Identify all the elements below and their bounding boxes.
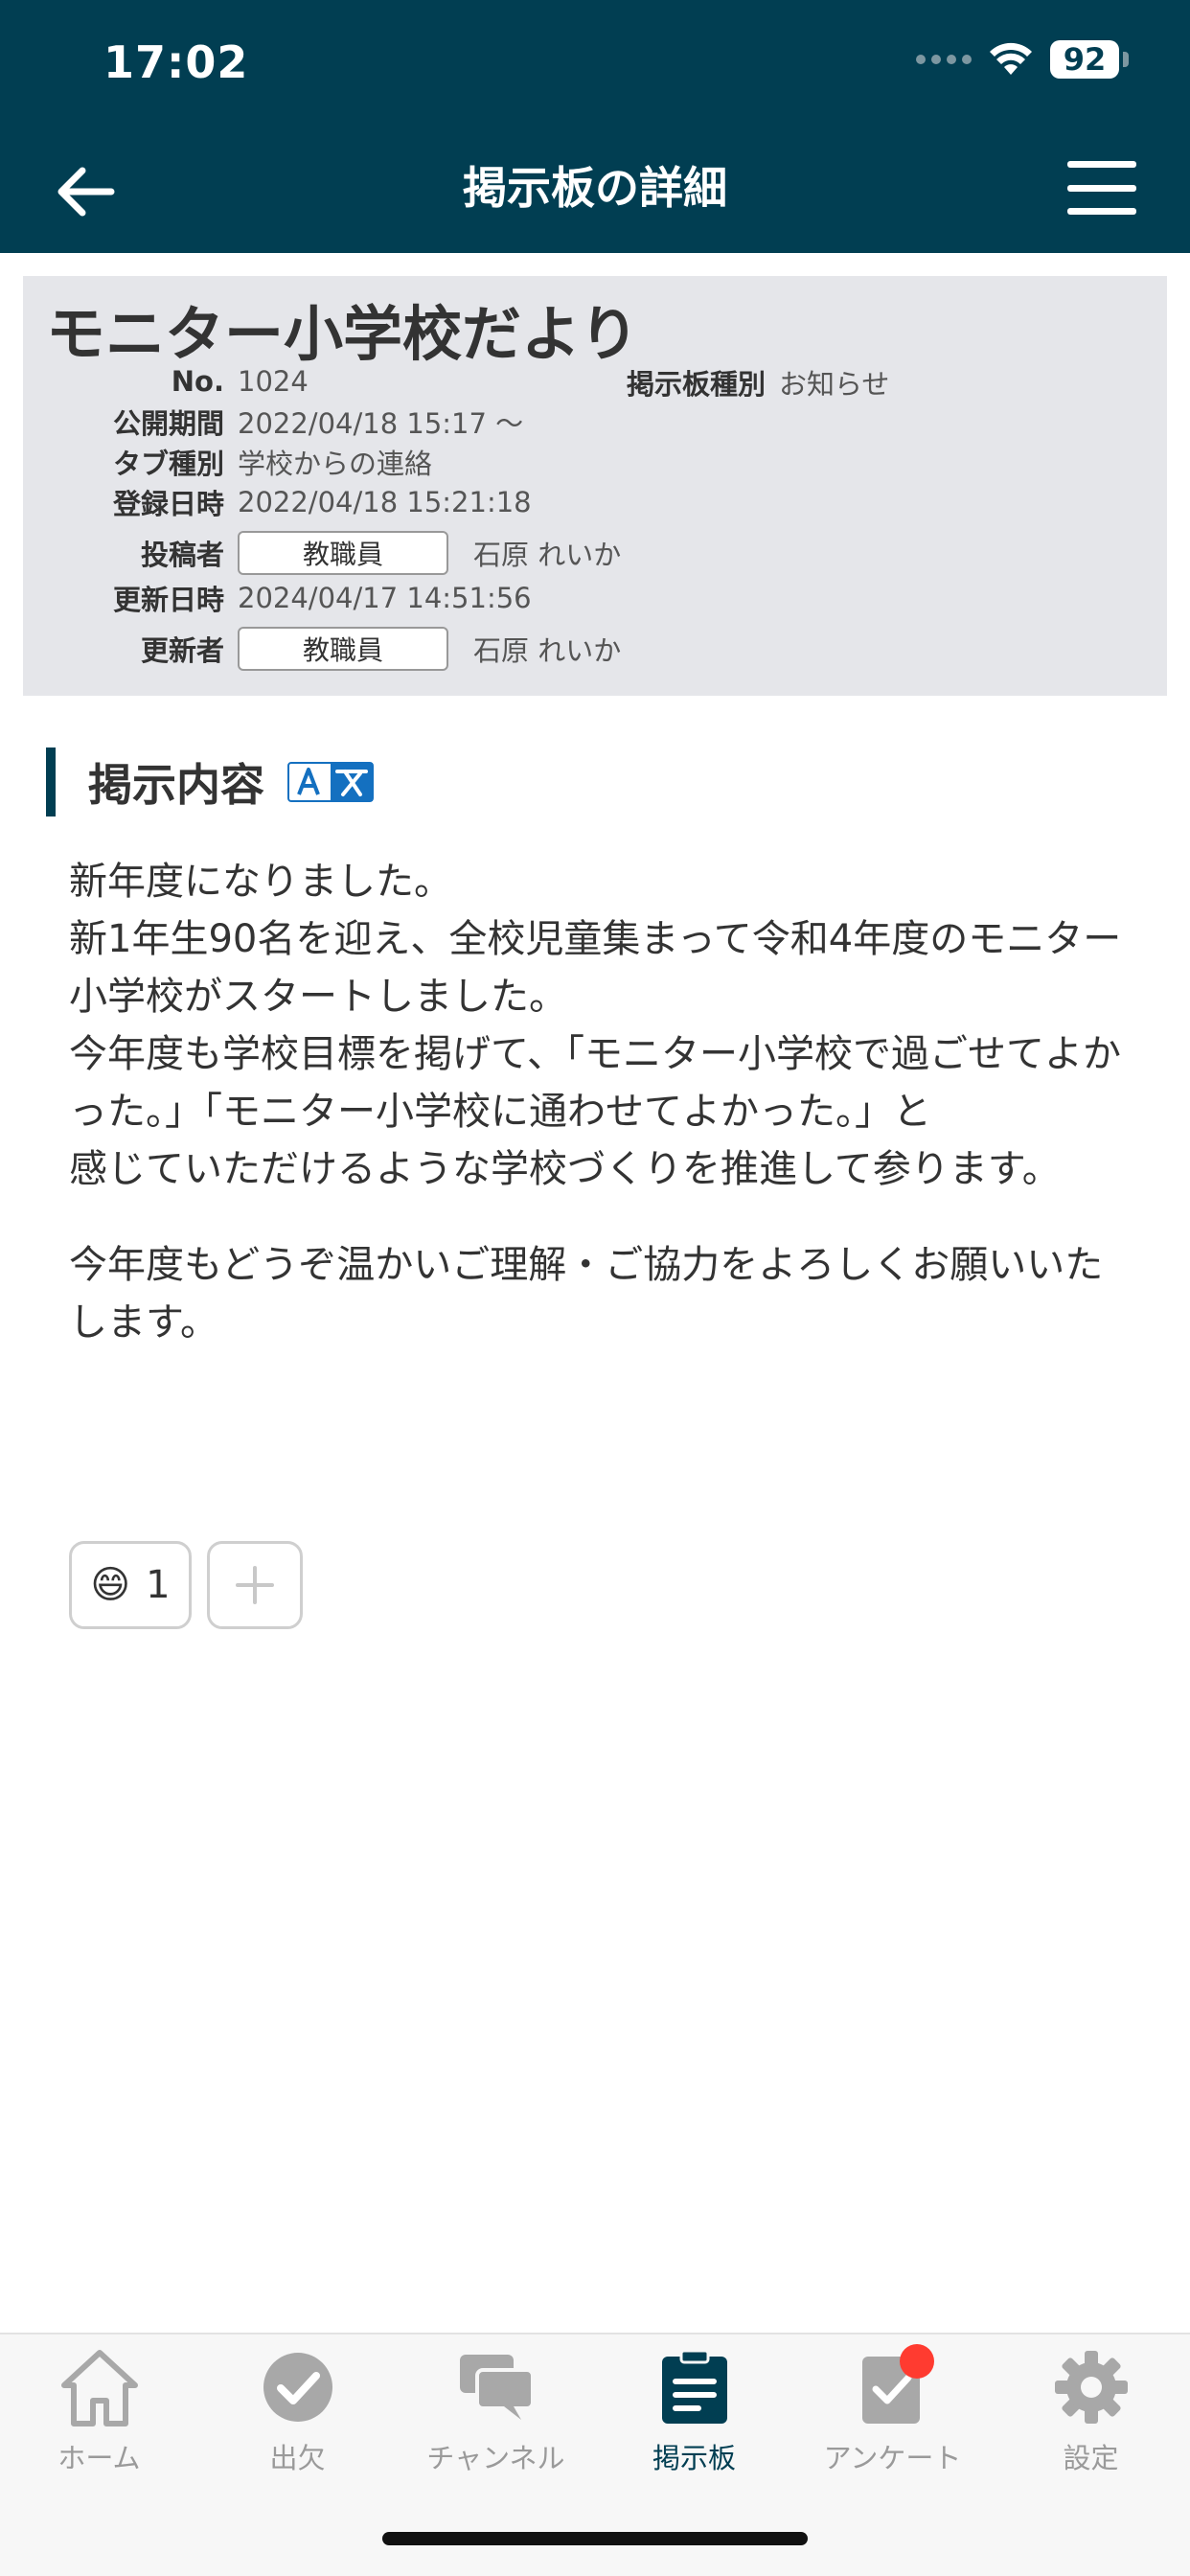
updater-label: 更新者 xyxy=(140,634,224,667)
bottom-tab-bar: ホーム 出欠 チャンネル 掲示板 アンケート 設定 xyxy=(0,2333,1190,2576)
home-icon xyxy=(57,2344,143,2430)
post-body: 新年度になりました。 新1年生90名を迎え、全校児童集まって令和4年度のモニター… xyxy=(69,853,1133,1351)
tab-channel[interactable]: チャンネル xyxy=(397,2344,595,2478)
tab-settings-label: 設定 xyxy=(1063,2442,1119,2474)
clipboard-icon xyxy=(652,2344,738,2430)
tab-attendance[interactable]: 出欠 xyxy=(198,2344,397,2478)
meta-no: No. 1024 xyxy=(23,362,309,401)
body-paragraph-2: 今年度もどうぞ温かいご理解・ご協力をよろしくお願いいたします。 xyxy=(69,1243,1104,1345)
check-circle-icon xyxy=(255,2344,341,2430)
registered-label: 登録日時 xyxy=(112,488,224,520)
page-title: 掲示板の詳細 xyxy=(463,162,727,214)
status-time: 17:02 xyxy=(103,36,249,88)
poster-role-badge: 教職員 xyxy=(238,531,448,575)
content-heading-title: 掲示内容 xyxy=(88,759,264,811)
tab-channel-label: チャンネル xyxy=(426,2442,565,2474)
tab-type-label: タブ種別 xyxy=(112,448,224,480)
no-value: 1024 xyxy=(238,365,309,398)
translate-icon xyxy=(287,762,374,802)
updater-role-badge: 教職員 xyxy=(238,627,448,671)
translate-button[interactable] xyxy=(287,762,374,802)
updated-label: 更新日時 xyxy=(112,584,224,616)
post-title: モニター小学校だより xyxy=(46,299,639,369)
meta-board-type: 掲示板種別 お知らせ xyxy=(627,362,889,402)
meta-tab-type: タブ種別 学校からの連絡 xyxy=(23,443,432,481)
app-header: 17:02 92 掲示板の詳細 xyxy=(0,0,1190,253)
post-info-card: モニター小学校だより No. 1024 掲示板種別 お知らせ 公開期間 2022… xyxy=(23,276,1167,696)
hamburger-menu-button[interactable] xyxy=(1067,161,1136,215)
reaction-count: 1 xyxy=(146,1563,171,1607)
status-indicators: 92 xyxy=(916,40,1129,79)
tab-bulletin-board-label: 掲示板 xyxy=(652,2442,736,2474)
survey-icon xyxy=(850,2344,936,2430)
tab-settings[interactable]: 設定 xyxy=(992,2344,1190,2478)
wifi-icon xyxy=(990,42,1032,75)
home-indicator xyxy=(382,2532,808,2545)
cellular-signal-icon xyxy=(916,55,972,64)
tab-survey[interactable]: アンケート xyxy=(793,2344,992,2478)
heading-accent-bar xyxy=(46,748,56,816)
meta-updated: 更新日時 2024/04/17 14:51:56 xyxy=(23,579,532,617)
meta-updater: 更新者 教職員 石原 れいか xyxy=(23,625,621,673)
reactions-bar: 😄 1 xyxy=(69,1541,303,1629)
battery-indicator: 92 xyxy=(1050,40,1119,79)
battery-tip xyxy=(1123,52,1129,67)
reaction-chip[interactable]: 😄 1 xyxy=(69,1541,192,1629)
no-label: No. xyxy=(171,365,224,398)
notification-badge xyxy=(899,2344,934,2379)
content-heading: 掲示内容 xyxy=(46,748,374,816)
tab-home-label: ホーム xyxy=(57,2442,141,2474)
meta-poster: 投稿者 教職員 石原 れいか xyxy=(23,529,621,577)
body-paragraph-1: 新年度になりました。 新1年生90名を迎え、全校児童集まって令和4年度のモニター… xyxy=(69,860,1122,1191)
grinning-face-emoji-icon: 😄 xyxy=(90,1563,131,1607)
tab-survey-label: アンケート xyxy=(823,2442,962,2474)
board-type-label: 掲示板種別 xyxy=(627,368,767,401)
add-reaction-button[interactable] xyxy=(207,1541,303,1629)
updater-name: 石原 れいか xyxy=(473,634,622,667)
registered-value: 2022/04/18 15:21:18 xyxy=(238,486,532,518)
updated-value: 2024/04/17 14:51:56 xyxy=(238,582,532,614)
poster-name: 石原 れいか xyxy=(473,539,622,571)
tab-bulletin-board[interactable]: 掲示板 xyxy=(595,2344,793,2478)
board-type-value: お知らせ xyxy=(779,368,890,401)
period-label: 公開期間 xyxy=(112,407,224,440)
meta-registered: 登録日時 2022/04/18 15:21:18 xyxy=(23,483,532,521)
period-value: 2022/04/18 15:17 〜 xyxy=(238,407,524,440)
plus-icon xyxy=(236,1566,274,1604)
meta-period: 公開期間 2022/04/18 15:17 〜 xyxy=(23,402,523,441)
poster-label: 投稿者 xyxy=(140,539,224,571)
tab-type-value: 学校からの連絡 xyxy=(238,448,433,480)
tab-home[interactable]: ホーム xyxy=(0,2344,198,2478)
tab-attendance-label: 出欠 xyxy=(269,2442,326,2474)
chat-bubbles-icon xyxy=(453,2344,539,2430)
gear-icon xyxy=(1048,2344,1134,2430)
